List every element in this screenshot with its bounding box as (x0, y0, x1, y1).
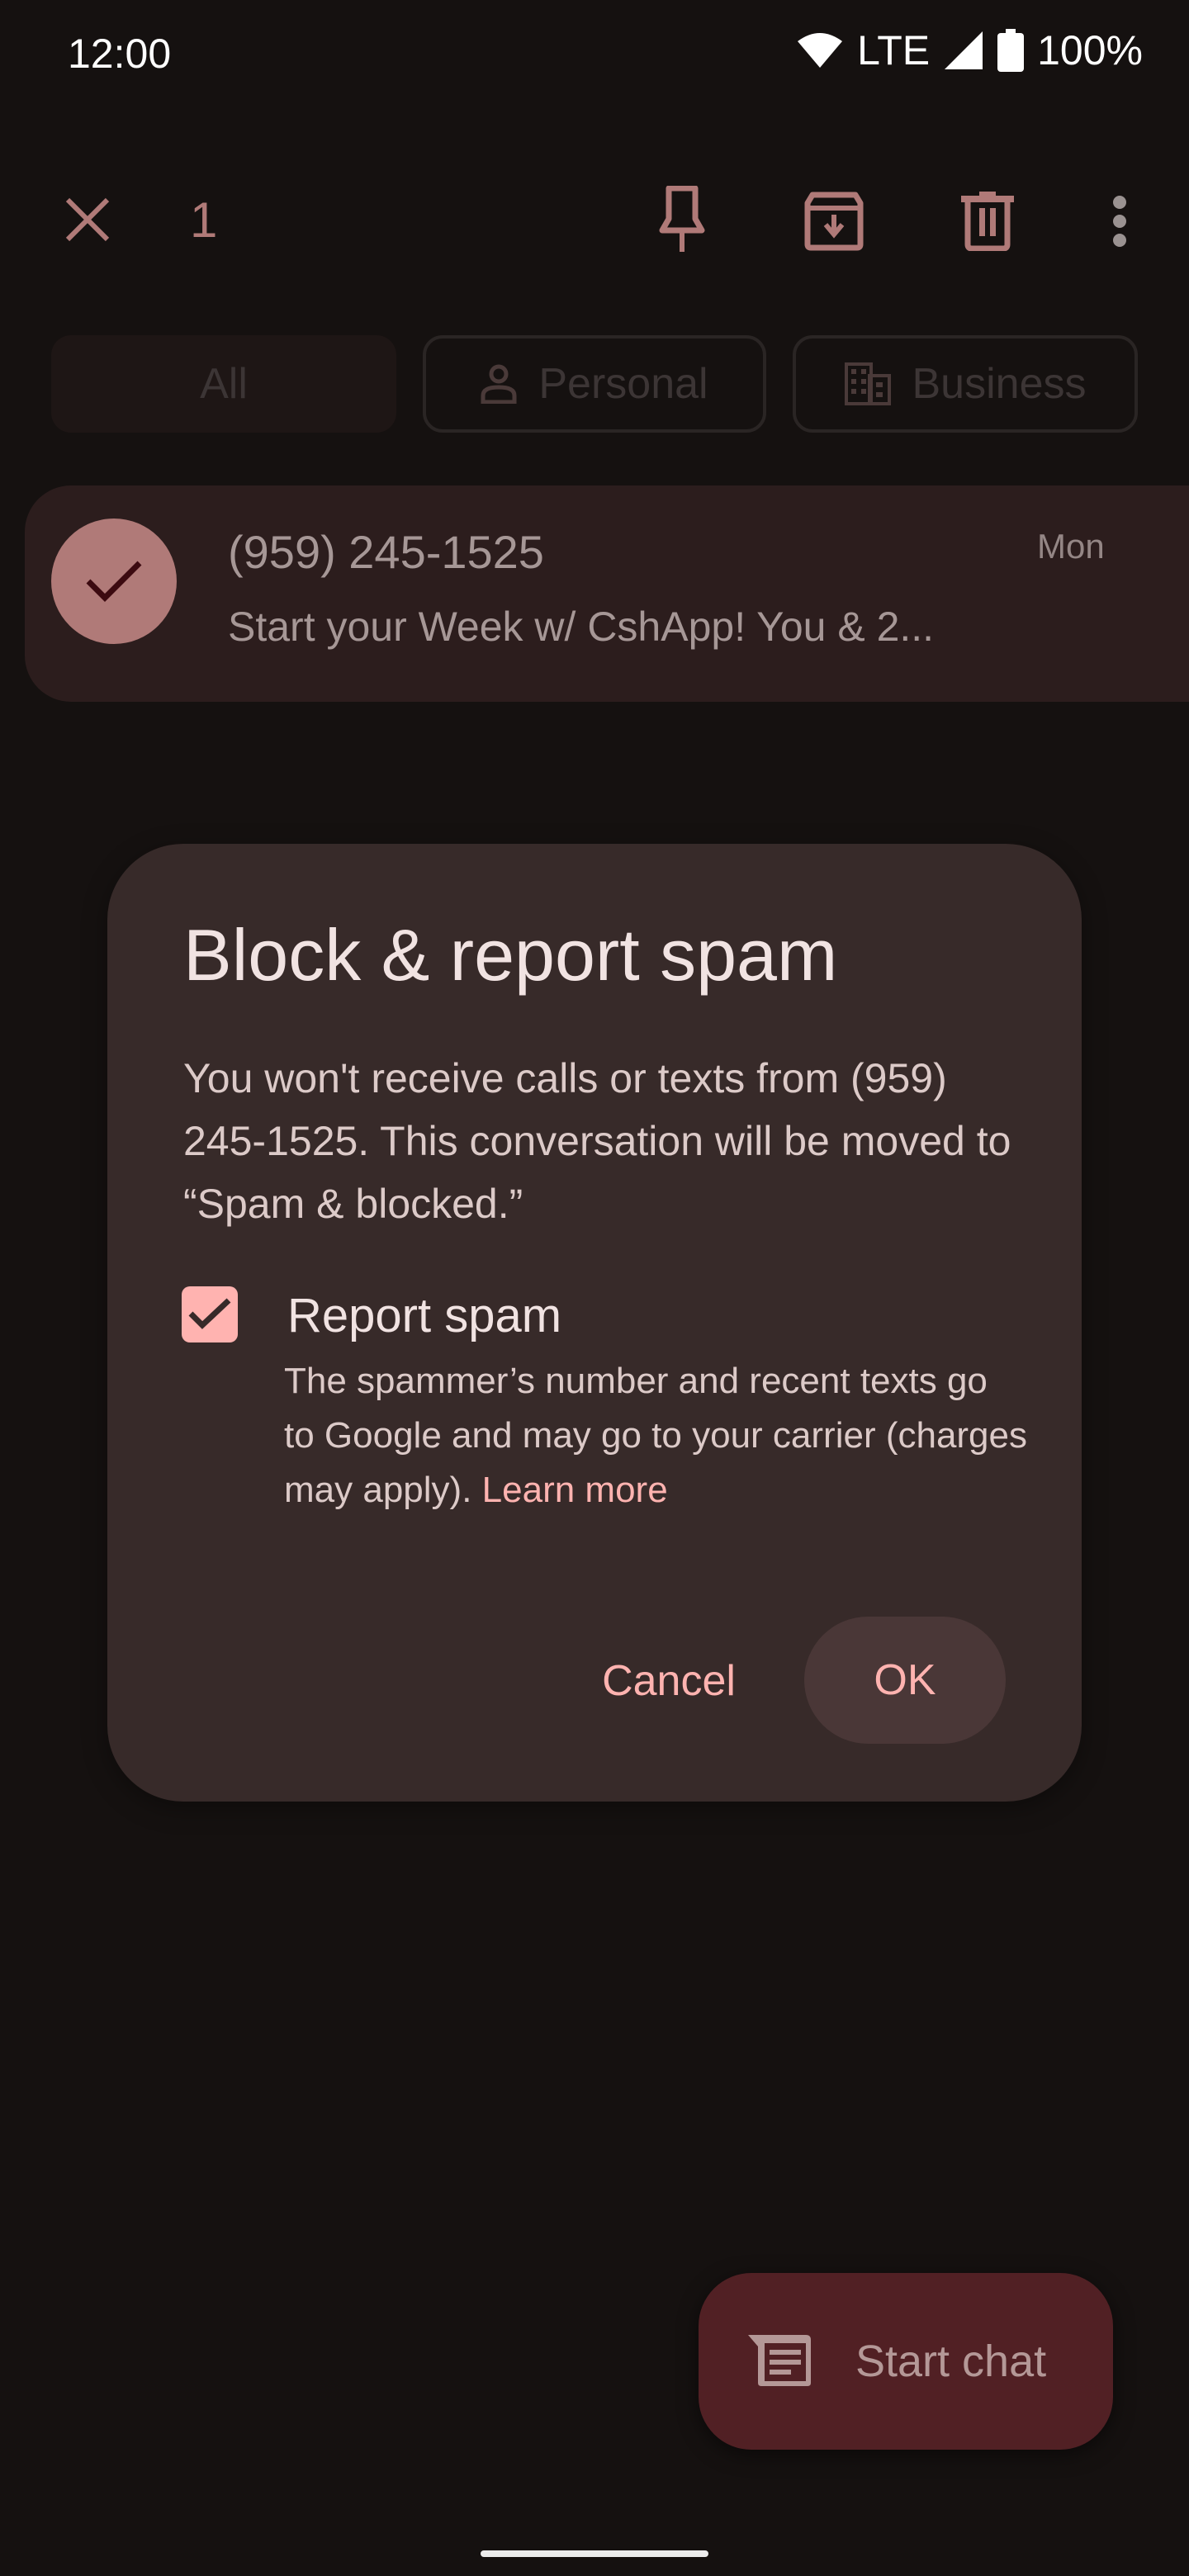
report-spam-label[interactable]: Report spam (287, 1288, 561, 1343)
more-vert-icon (1113, 196, 1126, 247)
ok-button[interactable]: OK (804, 1617, 1006, 1744)
start-chat-button[interactable]: Start chat (699, 2273, 1113, 2450)
conversation-row[interactable] (25, 485, 1189, 702)
message-icon (748, 2335, 811, 2386)
more-options-button[interactable] (1103, 187, 1136, 256)
filter-chip-personal[interactable]: Personal (423, 335, 766, 433)
pin-icon (659, 186, 705, 252)
archive-button[interactable] (799, 187, 869, 256)
chip-label: Personal (538, 360, 708, 408)
report-spam-checkbox[interactable] (182, 1286, 238, 1342)
close-icon (65, 197, 110, 242)
wifi-icon (796, 31, 844, 69)
conversation-snippet: Start your Week w/ CshApp! You & 2... (228, 604, 935, 650)
status-time: 12:00 (68, 31, 172, 77)
dialog-body: You won't receive calls or texts from (9… (183, 1055, 1011, 1227)
close-selection-button[interactable] (56, 188, 119, 251)
battery-icon (997, 29, 1025, 72)
start-chat-label: Start chat (855, 2337, 1047, 2386)
checkbox-check-icon (188, 1298, 231, 1329)
archive-icon (804, 192, 864, 251)
selected-count: 1 (190, 192, 218, 248)
cancel-button[interactable]: Cancel (578, 1623, 760, 1739)
network-type: LTE (857, 27, 931, 73)
dialog-title: Block & report spam (183, 914, 838, 996)
avatar-selected[interactable] (51, 519, 177, 644)
chip-label: Business (912, 360, 1087, 408)
chip-label: All (200, 360, 248, 408)
conversation-time: Mon (1037, 527, 1105, 566)
learn-more-link[interactable]: Learn more (482, 1470, 668, 1510)
status-icons: LTE 100% (796, 26, 1143, 74)
pin-button[interactable] (649, 183, 715, 258)
report-spam-description: The spammer’s number and recent texts go… (284, 1354, 1027, 1518)
filter-chip-all[interactable]: All (51, 335, 396, 433)
battery-level: 100% (1037, 27, 1143, 73)
gesture-nav-handle[interactable] (481, 2550, 708, 2557)
cell-signal-icon (943, 30, 984, 71)
check-icon (86, 561, 142, 602)
conversation-name: (959) 245-1525 (228, 526, 544, 578)
business-icon (844, 362, 891, 405)
filter-chip-business[interactable]: Business (793, 335, 1138, 433)
delete-button[interactable] (956, 187, 1019, 256)
person-icon (481, 364, 517, 404)
delete-icon (961, 192, 1014, 251)
